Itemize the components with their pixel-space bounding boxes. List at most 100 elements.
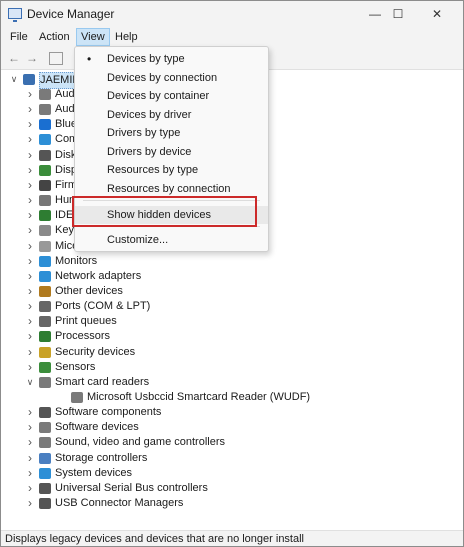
view-menu-item[interactable]: Drivers by type	[75, 124, 268, 142]
tree-item-label: Ports (COM & LPT)	[55, 300, 151, 313]
menu-bar: File Action View Help	[1, 27, 463, 47]
view-menu-item[interactable]: Devices by connection	[75, 69, 268, 87]
expand-chevron-icon[interactable]: ›	[25, 178, 35, 193]
maximize-button[interactable]: ☐	[376, 1, 420, 27]
device-category-icon	[39, 179, 51, 191]
tree-item-label: Security devices	[55, 345, 136, 358]
close-button[interactable]: ✕	[415, 1, 459, 27]
view-menu-item[interactable]: Resources by type	[75, 161, 268, 179]
computer-icon	[23, 74, 35, 85]
expand-chevron-icon[interactable]: ›	[25, 420, 35, 435]
expand-chevron-icon[interactable]: ›	[25, 345, 35, 360]
expand-chevron-icon[interactable]: ›	[25, 466, 35, 481]
tree-item-label: Print queues	[55, 315, 117, 328]
device-category-icon	[39, 149, 51, 161]
tree-item-label: Processors	[55, 330, 111, 343]
tree-item-label: Aud	[55, 88, 75, 100]
view-menu-item[interactable]: Customize...	[75, 231, 268, 249]
expand-chevron-icon[interactable]: ›	[25, 405, 35, 420]
properties-icon[interactable]	[49, 52, 63, 65]
tree-item-label: Microsoft Usbccid Smartcard Reader (WUDF…	[87, 391, 311, 403]
expand-chevron-icon[interactable]: ›	[25, 299, 35, 314]
back-arrow-icon[interactable]: ←	[6, 50, 22, 66]
view-menu-item[interactable]: • Devices by type	[75, 50, 268, 68]
expand-chevron-icon[interactable]: ›	[25, 102, 35, 117]
highlight-annotation-box	[72, 196, 257, 227]
device-category-icon	[39, 346, 51, 358]
status-bar: Displays legacy devices and devices that…	[1, 530, 463, 546]
tree-item-label: Software devices	[55, 421, 139, 434]
view-menu-item[interactable]: Devices by driver	[75, 106, 268, 124]
tree-item-label: System devices	[55, 466, 133, 479]
expand-chevron-icon[interactable]: ›	[25, 208, 35, 223]
menu-help[interactable]: Help	[111, 29, 142, 45]
view-menu-item-label: Resources by type	[107, 164, 199, 176]
expand-chevron-icon[interactable]: ›	[25, 132, 35, 147]
window-title: Device Manager	[27, 7, 115, 21]
view-menu-item[interactable]: Drivers by device	[75, 143, 268, 161]
tree-item-label: Software components	[55, 406, 162, 419]
expand-chevron-icon[interactable]: ›	[25, 360, 35, 375]
view-menu-item-label: Drivers by device	[107, 145, 192, 158]
expand-chevron-icon[interactable]: ›	[25, 329, 35, 344]
status-text: Displays legacy devices and devices that…	[5, 533, 304, 545]
menu-view[interactable]: View	[76, 28, 110, 46]
tree-item-label: Monitors	[55, 254, 98, 267]
device-category-icon	[39, 285, 51, 297]
expand-chevron-icon[interactable]: ›	[25, 87, 35, 102]
tree-item-label: Sensors	[55, 360, 96, 373]
device-category-icon	[39, 361, 51, 373]
forward-arrow-icon[interactable]: →	[24, 50, 40, 66]
expand-chevron-icon[interactable]: ›	[25, 254, 35, 269]
expand-chevron-icon[interactable]: ›	[25, 117, 35, 132]
menu-action[interactable]: Action	[35, 29, 74, 45]
checked-bullet-icon: •	[87, 52, 92, 66]
device-category-icon	[39, 240, 51, 252]
expand-chevron-icon[interactable]: ›	[25, 451, 35, 466]
device-category-icon	[39, 301, 51, 313]
view-menu-item[interactable]: Resources by connection	[75, 180, 268, 198]
device-category-icon	[39, 89, 51, 100]
expand-chevron-icon[interactable]: ›	[25, 193, 35, 208]
expand-chevron-icon[interactable]: ›	[25, 284, 35, 299]
tree-item-label: USB Connector Managers	[55, 497, 184, 510]
device-manager-app-icon	[8, 8, 22, 22]
collapse-chevron-icon[interactable]: ∨	[25, 375, 35, 390]
expand-chevron-icon[interactable]: ›	[25, 481, 35, 496]
device-category-icon	[39, 195, 51, 207]
device-category-icon	[39, 119, 51, 131]
tree-item-label: Other devices	[55, 284, 123, 297]
expand-chevron-icon[interactable]: ›	[25, 269, 35, 284]
tree-item-label: Aud	[55, 103, 75, 116]
device-category-icon	[39, 270, 51, 282]
device-category-icon	[39, 210, 51, 222]
view-menu-item-label: Devices by connection	[107, 71, 218, 84]
view-menu-item-label: Drivers by type	[107, 127, 181, 139]
view-menu-item-label: Devices by type	[107, 53, 185, 65]
device-category-icon	[39, 467, 51, 479]
view-menu-item-label: Resources by connection	[107, 182, 231, 195]
title-bar: Device Manager — ☐ ✕	[1, 1, 463, 27]
tree-item-label: Sound, video and game controllers	[55, 436, 225, 449]
device-category-icon	[39, 104, 51, 116]
device-category-icon	[39, 376, 51, 388]
expand-chevron-icon[interactable]: ›	[25, 163, 35, 178]
expand-chevron-icon[interactable]: ›	[25, 223, 35, 238]
collapse-chevron-icon[interactable]: ∨	[9, 72, 19, 87]
expand-chevron-icon[interactable]: ›	[25, 148, 35, 163]
device-category-icon	[39, 452, 51, 464]
expand-chevron-icon[interactable]: ›	[25, 314, 35, 329]
device-category-icon	[39, 255, 51, 267]
view-menu-item[interactable]: Devices by container	[75, 87, 268, 105]
expand-chevron-icon[interactable]: ›	[25, 435, 35, 450]
view-menu-item-label: Customize...	[107, 234, 169, 246]
tree-item-label: Storage controllers	[55, 451, 148, 464]
expand-chevron-icon[interactable]: ›	[25, 239, 35, 254]
device-manager-window: Device Manager — ☐ ✕ File Action View He…	[0, 0, 464, 547]
device-category-icon	[39, 225, 51, 237]
expand-chevron-icon[interactable]: ›	[25, 496, 35, 511]
menu-file[interactable]: File	[6, 29, 32, 45]
tree-item-label: Smart card readers	[55, 375, 150, 388]
device-category-icon	[39, 482, 51, 494]
device-category-icon	[39, 134, 51, 146]
